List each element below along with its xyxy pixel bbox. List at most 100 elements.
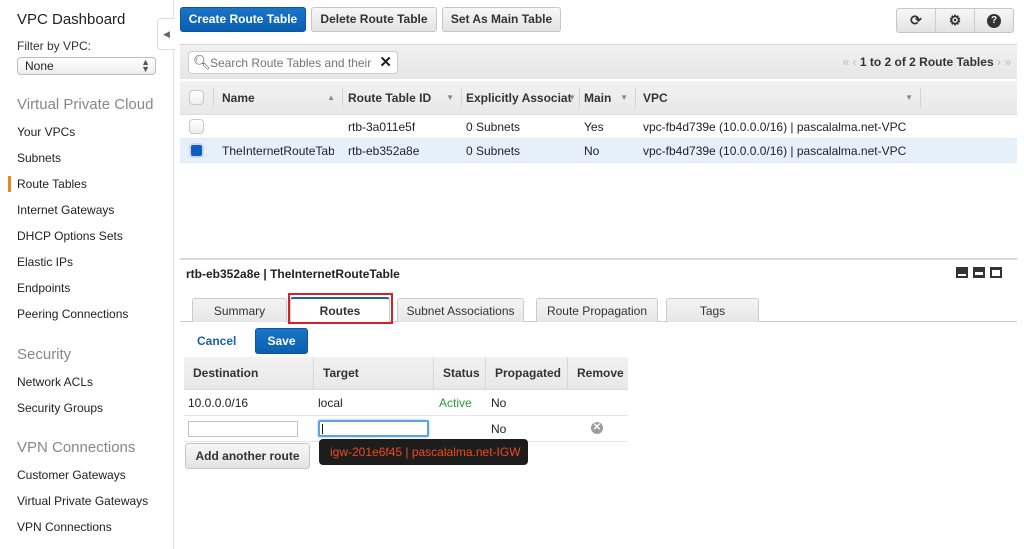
select-all-checkbox[interactable] [189, 90, 204, 105]
refresh-button[interactable]: ⟳ [897, 9, 936, 32]
cell-route-table-id: rtb-eb352a8e [348, 144, 420, 158]
route-tables-grid: Name ▲ Route Table ID ▼ Explicitly Associa… [180, 81, 1017, 260]
grid-header: Name ▲ Route Table ID ▼ Explicitly Associa… [180, 81, 1017, 115]
row-checkbox[interactable] [189, 143, 204, 158]
triangle-left-icon: ◀ [163, 29, 170, 39]
column-header-explicitly-associated[interactable]: Explicitly Associat ▼ [466, 81, 578, 115]
layout-bottom-icon[interactable] [956, 267, 968, 278]
sidebar-item-internet-gateways[interactable]: Internet Gateways [17, 203, 114, 217]
section-vpn-connections: VPN Connections [17, 439, 136, 456]
remove-route-icon[interactable]: ✕ [591, 422, 603, 434]
cell-target: local [318, 396, 343, 410]
refresh-icon: ⟳ [910, 12, 922, 28]
column-separator [461, 88, 462, 108]
sidebar-item-security-groups[interactable]: Security Groups [17, 401, 103, 415]
cell-destination: 10.0.0.0/16 [188, 396, 249, 410]
row-checkbox[interactable] [189, 119, 204, 134]
table-row[interactable]: rtb-3a011e5f 0 Subnets Yes vpc-fb4d739e … [180, 115, 1017, 139]
cell-main: Yes [584, 120, 604, 134]
column-header-propagated: Propagated [485, 357, 567, 390]
target-suggestion-dropdown[interactable]: igw-201e6f45 | pascalalma.net-IGW [319, 439, 528, 465]
detail-title: rtb-eb352a8e | TheInternetRouteTable [186, 267, 400, 281]
tab-tags[interactable]: Tags [666, 298, 759, 322]
sidebar-item-virtual-private-gateways[interactable]: Virtual Private Gateways [17, 494, 148, 508]
filter-by-vpc-label: Filter by VPC: [17, 39, 92, 53]
filter-bar: 🔍︎ ✕ « ‹ 1 to 2 of 2 Route Tables › » [180, 44, 1017, 79]
text-caret [322, 424, 323, 434]
tab-route-propagation[interactable]: Route Propagation [536, 298, 658, 322]
cell-vpc: vpc-fb4d739e (10.0.0.0/16) | pascalalma.… [643, 144, 907, 158]
main-content: Create Route Table Delete Route Table Se… [175, 0, 1024, 549]
column-separator [635, 88, 636, 108]
sidebar-item-peering-connections[interactable]: Peering Connections [17, 307, 128, 321]
help-icon: ? [987, 14, 1001, 29]
set-as-main-table-button[interactable]: Set As Main Table [442, 7, 561, 32]
sidebar-item-dhcp-options-sets[interactable]: DHCP Options Sets [17, 229, 123, 243]
sort-icon: ▼ [446, 93, 454, 102]
clear-search-icon[interactable]: ✕ [379, 52, 392, 73]
target-input[interactable] [318, 420, 429, 437]
column-separator [579, 88, 580, 108]
save-button[interactable]: Save [255, 328, 308, 354]
column-header-remove: Remove [567, 357, 628, 390]
prev-page-icon[interactable]: ‹ [852, 55, 856, 69]
sidebar-item-route-tables[interactable]: Route Tables [17, 177, 87, 191]
search-input[interactable] [210, 55, 375, 71]
sidebar-item-endpoints[interactable]: Endpoints [17, 281, 70, 295]
gear-icon: ⚙ [948, 12, 962, 28]
add-another-route-button[interactable]: Add another route [185, 443, 310, 469]
last-page-icon[interactable]: » [1004, 55, 1011, 69]
create-route-table-button[interactable]: Create Route Table [180, 7, 306, 32]
sidebar-item-your-vpcs[interactable]: Your VPCs [17, 125, 75, 139]
column-header-vpc[interactable]: VPC ▼ [643, 81, 919, 115]
pagination: « ‹ 1 to 2 of 2 Route Tables › » [842, 55, 1011, 69]
cell-name: TheInternetRouteTable [222, 144, 334, 158]
layout-top-icon[interactable] [990, 267, 1002, 278]
first-page-icon[interactable]: « [842, 55, 849, 69]
cell-propagated: No [491, 396, 507, 410]
section-security: Security [17, 346, 72, 363]
help-button[interactable]: ? [975, 9, 1013, 32]
sidebar-item-customer-gateways[interactable]: Customer Gateways [17, 468, 126, 482]
cell-explicitly-associated: 0 Subnets [466, 144, 521, 158]
column-header-route-table-id[interactable]: Route Table ID ▼ [348, 81, 460, 115]
sidebar-item-subnets[interactable]: Subnets [17, 151, 61, 165]
collapse-sidebar-button[interactable]: ◀ [157, 18, 175, 50]
routes-table: Destination Target Status Propagated Rem… [184, 357, 628, 442]
destination-input[interactable] [188, 421, 298, 437]
sidebar-item-network-acls[interactable]: Network ACLs [17, 375, 93, 389]
column-header-target: Target [313, 357, 433, 390]
tab-summary[interactable]: Summary [192, 298, 287, 322]
column-separator [213, 88, 214, 108]
cancel-link[interactable]: Cancel [197, 334, 236, 348]
sidebar-title: VPC Dashboard [17, 11, 126, 28]
cell-explicitly-associated: 0 Subnets [466, 120, 521, 134]
sidebar-item-vpn-connections[interactable]: VPN Connections [17, 520, 112, 534]
sort-icon: ▼ [905, 93, 913, 102]
search-box: 🔍︎ ✕ [188, 51, 398, 74]
pane-layout-icons [956, 267, 1002, 278]
column-separator [920, 88, 921, 108]
cell-route-table-id: rtb-3a011e5f [348, 120, 416, 134]
grid-empty-area [180, 163, 1017, 260]
sidebar: VPC Dashboard Filter by VPC: None ▲ ▼ Vir… [0, 0, 174, 549]
next-page-icon[interactable]: › [997, 55, 1001, 69]
section-virtual-private-cloud: Virtual Private Cloud [17, 96, 154, 113]
sidebar-item-elastic-ips[interactable]: Elastic IPs [17, 255, 73, 269]
settings-button[interactable]: ⚙ [936, 9, 975, 32]
toolbar-icon-group: ⟳ ⚙ ? [896, 8, 1014, 33]
cell-main: No [584, 144, 600, 158]
delete-route-table-button[interactable]: Delete Route Table [311, 7, 437, 32]
routes-table-header: Destination Target Status Propagated Rem… [184, 357, 628, 390]
column-header-status: Status [433, 357, 485, 390]
tab-routes[interactable]: Routes [290, 297, 390, 322]
table-row[interactable]: TheInternetRouteTable rtb-eb352a8e 0 Sub… [180, 139, 1017, 163]
route-row: 10.0.0.0/16 local Active No [184, 390, 628, 416]
column-header-name[interactable]: Name ▲ [222, 81, 341, 115]
column-header-main[interactable]: Main ▼ [584, 81, 634, 115]
sort-icon: ▼ [568, 93, 576, 102]
tab-subnet-associations[interactable]: Subnet Associations [397, 298, 524, 322]
column-separator [342, 88, 343, 108]
layout-middle-icon[interactable] [973, 267, 985, 278]
filter-by-vpc-select[interactable]: None ▲ ▼ [17, 57, 156, 75]
